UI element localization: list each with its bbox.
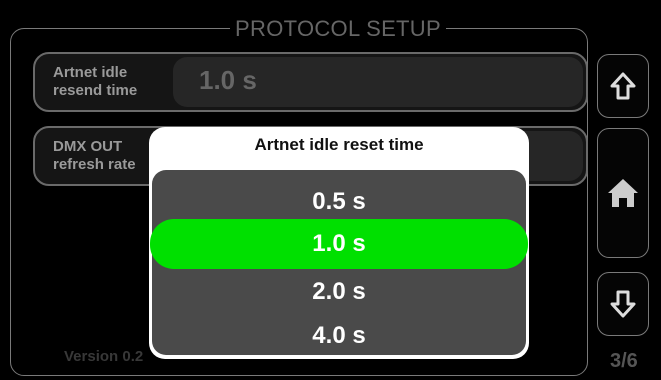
option-4-0s[interactable]: 4.0 s (152, 311, 526, 361)
arrow-down-icon (610, 290, 636, 318)
setting-label-line1: DMX OUT (53, 138, 123, 155)
home-button[interactable] (597, 128, 649, 258)
setting-value-box[interactable]: 1.0 s (173, 57, 583, 107)
page-title: PROTOCOL SETUP (230, 16, 446, 42)
selection-dialog: Artnet idle reset time 0.5 s 1.0 s 2.0 s… (149, 127, 529, 359)
setting-label: Artnet idle resend time (53, 64, 173, 100)
setting-label-line2: refresh rate (53, 156, 136, 173)
dialog-title: Artnet idle reset time (254, 135, 424, 154)
home-icon (608, 179, 638, 207)
scroll-up-button[interactable] (597, 54, 649, 118)
option-list: 0.5 s 1.0 s 2.0 s 4.0 s (150, 170, 528, 355)
version-label: Version 0.2 (64, 348, 144, 365)
setting-row-artnet-idle-resend-time[interactable]: Artnet idle resend time 1.0 s (33, 52, 588, 112)
protocol-setup-screen: PROTOCOL SETUP Artnet idle resend time 1… (0, 0, 661, 380)
scroll-down-button[interactable] (597, 272, 649, 336)
setting-label-line2: resend time (53, 82, 138, 99)
page-indicator: 3/6 (610, 350, 638, 372)
setting-value: 1.0 s (199, 65, 257, 95)
option-2-0s[interactable]: 2.0 s (152, 267, 526, 317)
arrow-up-icon (610, 72, 636, 100)
option-1-0s-selected[interactable]: 1.0 s (150, 219, 528, 269)
setting-label-line1: Artnet idle (53, 64, 128, 81)
